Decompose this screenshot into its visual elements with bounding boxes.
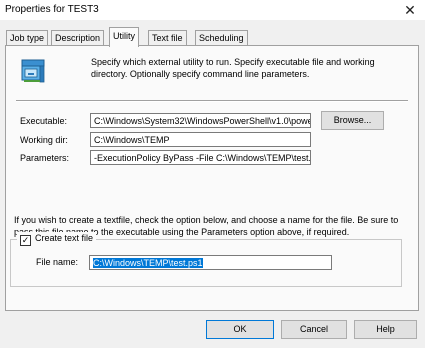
working-dir-label: Working dir: — [20, 135, 68, 145]
ok-button[interactable]: OK — [206, 320, 274, 339]
computer-utility-icon — [19, 57, 47, 85]
tab-utility[interactable]: Utility — [109, 27, 139, 47]
parameters-label: Parameters: — [20, 153, 70, 163]
tab-description[interactable]: Description — [51, 30, 105, 46]
working-dir-field[interactable]: C:\Windows\TEMP — [90, 132, 311, 147]
file-name-label: File name: — [36, 257, 79, 267]
file-name-selected-text: C:\Windows\TEMP\test.ps1 — [93, 258, 203, 268]
create-text-file-label: Create text file — [35, 233, 94, 243]
tab-text-file[interactable]: Text file — [148, 30, 187, 46]
executable-label: Executable: — [20, 116, 68, 126]
tab-job-type[interactable]: Job type — [6, 30, 49, 46]
parameters-field[interactable]: -ExecutionPolicy ByPass -File C:\Windows… — [90, 150, 311, 165]
browse-button[interactable]: Browse... — [321, 111, 384, 130]
utility-description: Specify which external utility to run. S… — [91, 57, 375, 79]
window-title: Properties for TEST3 — [5, 4, 99, 15]
executable-field[interactable]: C:\Windows\System32\WindowsPowerShell\v1… — [90, 113, 311, 128]
title-bar: Properties for TEST3 ✕ — [0, 0, 425, 20]
file-name-field[interactable]: C:\Windows\TEMP\test.ps1 — [89, 255, 332, 270]
close-icon[interactable]: ✕ — [401, 1, 419, 19]
check-icon[interactable]: ✓ — [20, 235, 31, 246]
separator-top — [16, 100, 408, 102]
create-text-file-checkbox[interactable]: ✓ Create text file — [17, 232, 97, 246]
tab-scheduling[interactable]: Scheduling — [195, 30, 248, 46]
help-button[interactable]: Help — [354, 320, 417, 339]
cancel-button[interactable]: Cancel — [281, 320, 347, 339]
